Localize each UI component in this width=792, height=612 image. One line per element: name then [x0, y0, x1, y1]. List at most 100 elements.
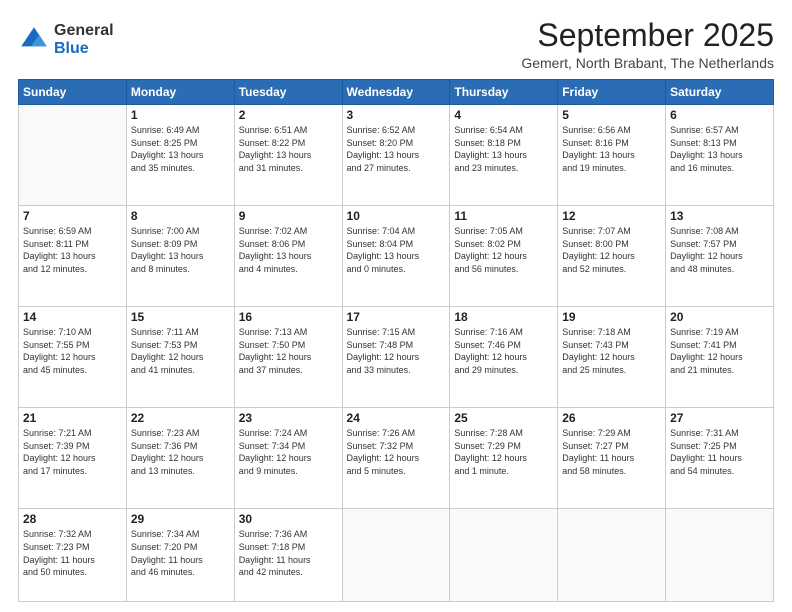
table-row: 10 Sunrise: 7:04 AM Sunset: 8:04 PM Dayli… — [342, 206, 450, 307]
table-row: 23 Sunrise: 7:24 AM Sunset: 7:34 PM Dayli… — [234, 408, 342, 509]
day-info: Sunrise: 6:56 AM Sunset: 8:16 PM Dayligh… — [562, 124, 661, 174]
logo-icon — [18, 24, 50, 56]
table-row: 2 Sunrise: 6:51 AM Sunset: 8:22 PM Daylig… — [234, 105, 342, 206]
day-number: 28 — [23, 512, 122, 526]
table-row: 24Sunrise: 7:26 AM Sunset: 7:32 PM Dayli… — [342, 408, 450, 509]
table-row — [450, 509, 558, 602]
day-info: Sunrise: 6:57 AM Sunset: 8:13 PM Dayligh… — [670, 124, 769, 174]
day-number: 12 — [562, 209, 661, 223]
header-row: Sunday Monday Tuesday Wednesday Thursday… — [19, 80, 774, 105]
day-info: Sunrise: 7:08 AM Sunset: 7:57 PM Dayligh… — [670, 225, 769, 275]
table-row — [558, 509, 666, 602]
day-info: Sunrise: 7:02 AM Sunset: 8:06 PM Dayligh… — [239, 225, 338, 275]
day-number: 9 — [239, 209, 338, 223]
day-number: 15 — [131, 310, 230, 324]
page: General Blue September 2025 Gemert, Nort… — [0, 0, 792, 612]
day-number: 30 — [239, 512, 338, 526]
day-info: Sunrise: 6:54 AM Sunset: 8:18 PM Dayligh… — [454, 124, 553, 174]
table-row: 5 Sunrise: 6:56 AM Sunset: 8:16 PM Daylig… — [558, 105, 666, 206]
day-number: 13 — [670, 209, 769, 223]
table-row: 9 Sunrise: 7:02 AM Sunset: 8:06 PM Daylig… — [234, 206, 342, 307]
table-row: 30 Sunrise: 7:36 AM Sunset: 7:18 PM Dayli… — [234, 509, 342, 602]
table-row: 13 Sunrise: 7:08 AM Sunset: 7:57 PM Dayli… — [666, 206, 774, 307]
table-row: 18 Sunrise: 7:16 AM Sunset: 7:46 PM Dayli… — [450, 307, 558, 408]
day-number: 22 — [131, 411, 230, 425]
table-row — [342, 509, 450, 602]
table-row: 7Sunrise: 6:59 AM Sunset: 8:11 PM Daylig… — [19, 206, 127, 307]
day-number: 19 — [562, 310, 661, 324]
day-number: 8 — [131, 209, 230, 223]
col-wednesday: Wednesday — [342, 80, 450, 105]
day-info: Sunrise: 6:52 AM Sunset: 8:20 PM Dayligh… — [347, 124, 446, 174]
day-info: Sunrise: 7:28 AM Sunset: 7:29 PM Dayligh… — [454, 427, 553, 477]
table-row: 21 Sunrise: 7:21 AM Sunset: 7:39 PM Dayli… — [19, 408, 127, 509]
table-row: 8 Sunrise: 7:00 AM Sunset: 8:09 PM Daylig… — [126, 206, 234, 307]
logo: General Blue — [18, 22, 114, 57]
day-info: Sunrise: 7:32 AM Sunset: 7:23 PM Dayligh… — [23, 528, 122, 578]
day-info: Sunrise: 7:31 AM Sunset: 7:25 PM Dayligh… — [670, 427, 769, 477]
day-number: 21 — [23, 411, 122, 425]
day-number: 10 — [347, 209, 446, 223]
day-info: Sunrise: 7:24 AM Sunset: 7:34 PM Dayligh… — [239, 427, 338, 477]
table-row: 15 Sunrise: 7:11 AM Sunset: 7:53 PM Dayli… — [126, 307, 234, 408]
table-row: 22 Sunrise: 7:23 AM Sunset: 7:36 PM Dayli… — [126, 408, 234, 509]
day-number: 20 — [670, 310, 769, 324]
table-row: 29 Sunrise: 7:34 AM Sunset: 7:20 PM Dayli… — [126, 509, 234, 602]
day-number: 16 — [239, 310, 338, 324]
day-number: 2 — [239, 108, 338, 122]
day-number: 17 — [347, 310, 446, 324]
day-number: 18 — [454, 310, 553, 324]
day-number: 25 — [454, 411, 553, 425]
table-row: 12 Sunrise: 7:07 AM Sunset: 8:00 PM Dayli… — [558, 206, 666, 307]
day-info: Sunrise: 7:00 AM Sunset: 8:09 PM Dayligh… — [131, 225, 230, 275]
table-row: 1Sunrise: 6:49 AM Sunset: 8:25 PM Daylig… — [126, 105, 234, 206]
table-row: 25 Sunrise: 7:28 AM Sunset: 7:29 PM Dayli… — [450, 408, 558, 509]
col-friday: Friday — [558, 80, 666, 105]
day-info: Sunrise: 7:34 AM Sunset: 7:20 PM Dayligh… — [131, 528, 230, 578]
day-number: 27 — [670, 411, 769, 425]
logo-general-text: General — [54, 22, 114, 40]
table-row: 3Sunrise: 6:52 AM Sunset: 8:20 PM Daylig… — [342, 105, 450, 206]
day-info: Sunrise: 7:29 AM Sunset: 7:27 PM Dayligh… — [562, 427, 661, 477]
day-number: 23 — [239, 411, 338, 425]
calendar-table: Sunday Monday Tuesday Wednesday Thursday… — [18, 79, 774, 602]
table-row: 16 Sunrise: 7:13 AM Sunset: 7:50 PM Dayli… — [234, 307, 342, 408]
day-info: Sunrise: 7:07 AM Sunset: 8:00 PM Dayligh… — [562, 225, 661, 275]
day-info: Sunrise: 7:21 AM Sunset: 7:39 PM Dayligh… — [23, 427, 122, 477]
table-row: 27 Sunrise: 7:31 AM Sunset: 7:25 PM Dayli… — [666, 408, 774, 509]
day-info: Sunrise: 7:11 AM Sunset: 7:53 PM Dayligh… — [131, 326, 230, 376]
col-tuesday: Tuesday — [234, 80, 342, 105]
header: General Blue September 2025 Gemert, Nort… — [18, 18, 774, 71]
table-row: 20 Sunrise: 7:19 AM Sunset: 7:41 PM Dayli… — [666, 307, 774, 408]
table-row: 26 Sunrise: 7:29 AM Sunset: 7:27 PM Dayli… — [558, 408, 666, 509]
day-number: 11 — [454, 209, 553, 223]
day-info: Sunrise: 7:26 AM Sunset: 7:32 PM Dayligh… — [347, 427, 446, 477]
table-row — [19, 105, 127, 206]
day-number: 26 — [562, 411, 661, 425]
table-row: 19 Sunrise: 7:18 AM Sunset: 7:43 PM Dayli… — [558, 307, 666, 408]
day-number: 7 — [23, 209, 122, 223]
day-info: Sunrise: 7:13 AM Sunset: 7:50 PM Dayligh… — [239, 326, 338, 376]
day-info: Sunrise: 7:05 AM Sunset: 8:02 PM Dayligh… — [454, 225, 553, 275]
day-number: 1 — [131, 108, 230, 122]
table-row: 17Sunrise: 7:15 AM Sunset: 7:48 PM Dayli… — [342, 307, 450, 408]
day-number: 14 — [23, 310, 122, 324]
day-info: Sunrise: 6:51 AM Sunset: 8:22 PM Dayligh… — [239, 124, 338, 174]
col-saturday: Saturday — [666, 80, 774, 105]
col-monday: Monday — [126, 80, 234, 105]
logo-text: General Blue — [54, 22, 114, 57]
day-number: 6 — [670, 108, 769, 122]
day-info: Sunrise: 7:16 AM Sunset: 7:46 PM Dayligh… — [454, 326, 553, 376]
day-info: Sunrise: 7:04 AM Sunset: 8:04 PM Dayligh… — [347, 225, 446, 275]
day-info: Sunrise: 7:18 AM Sunset: 7:43 PM Dayligh… — [562, 326, 661, 376]
day-info: Sunrise: 7:36 AM Sunset: 7:18 PM Dayligh… — [239, 528, 338, 578]
day-info: Sunrise: 7:19 AM Sunset: 7:41 PM Dayligh… — [670, 326, 769, 376]
day-number: 4 — [454, 108, 553, 122]
table-row: 6 Sunrise: 6:57 AM Sunset: 8:13 PM Daylig… — [666, 105, 774, 206]
day-number: 29 — [131, 512, 230, 526]
day-info: Sunrise: 7:10 AM Sunset: 7:55 PM Dayligh… — [23, 326, 122, 376]
title-block: September 2025 Gemert, North Brabant, Th… — [521, 18, 774, 71]
day-info: Sunrise: 7:23 AM Sunset: 7:36 PM Dayligh… — [131, 427, 230, 477]
logo-blue-text: Blue — [54, 40, 114, 58]
day-number: 5 — [562, 108, 661, 122]
